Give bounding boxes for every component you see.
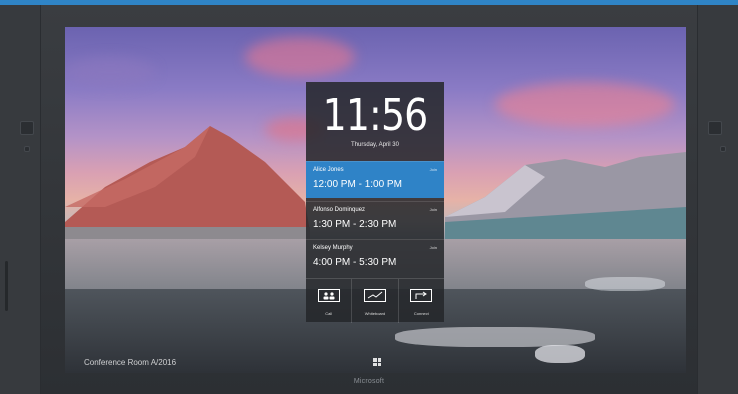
connect-icon (410, 289, 433, 302)
meeting-item[interactable]: Alice Jones Join 12:00 PM - 1:00 PM (306, 161, 444, 198)
meeting-item[interactable]: Kelsey Murphy Join 4:00 PM - 5:30 PM (306, 239, 444, 276)
connect-label: Connect (413, 311, 429, 316)
windows-logo-icon[interactable] (373, 358, 381, 366)
call-button[interactable]: Call (306, 279, 353, 323)
brand-logo: Microsoft (353, 378, 385, 385)
meeting-organizer: Kelsey Murphy (313, 245, 353, 251)
meeting-time: 12:00 PM - 1:00 PM (313, 179, 402, 190)
snow-patch (395, 327, 595, 347)
sensor-icon (720, 146, 726, 152)
right-speaker-strip (697, 5, 738, 394)
left-speaker-strip (0, 5, 41, 394)
whiteboard-button[interactable]: Whiteboard (352, 279, 399, 323)
join-link[interactable]: Join (430, 167, 437, 172)
room-name: Conference Room A/2016 (84, 358, 177, 367)
meeting-time: 4:00 PM - 5:30 PM (313, 257, 397, 268)
whiteboard-label: Whiteboard (364, 311, 386, 316)
meeting-item[interactable]: Alfonso Dominquez Join 1:30 PM - 2:30 PM (306, 201, 444, 238)
pen-holder (5, 261, 8, 311)
cloud-shape (65, 57, 155, 87)
people-icon (317, 289, 340, 302)
meeting-time: 1:30 PM - 2:30 PM (313, 219, 397, 230)
clock-time: 11:56 (322, 90, 429, 141)
camera-icon (20, 121, 34, 135)
meeting-organizer: Alfonso Dominquez (313, 207, 366, 213)
meeting-organizer: Alice Jones (313, 167, 344, 173)
action-bar: Call Whiteboard Connect (306, 278, 444, 323)
join-link[interactable]: Join (430, 245, 437, 250)
join-link[interactable]: Join (430, 207, 437, 212)
cloud-shape (245, 37, 355, 77)
call-label: Call (325, 311, 333, 316)
welcome-panel: 11:56 Thursday, April 30 Alice Jones Joi… (306, 82, 444, 323)
connect-button[interactable]: Connect (399, 279, 444, 323)
sensor-icon (24, 146, 30, 152)
clock-date: Thursday, April 30 (351, 142, 399, 148)
snow-patch (585, 277, 665, 291)
whiteboard-icon (363, 289, 386, 302)
camera-icon (708, 121, 722, 135)
snow-patch (535, 345, 585, 363)
